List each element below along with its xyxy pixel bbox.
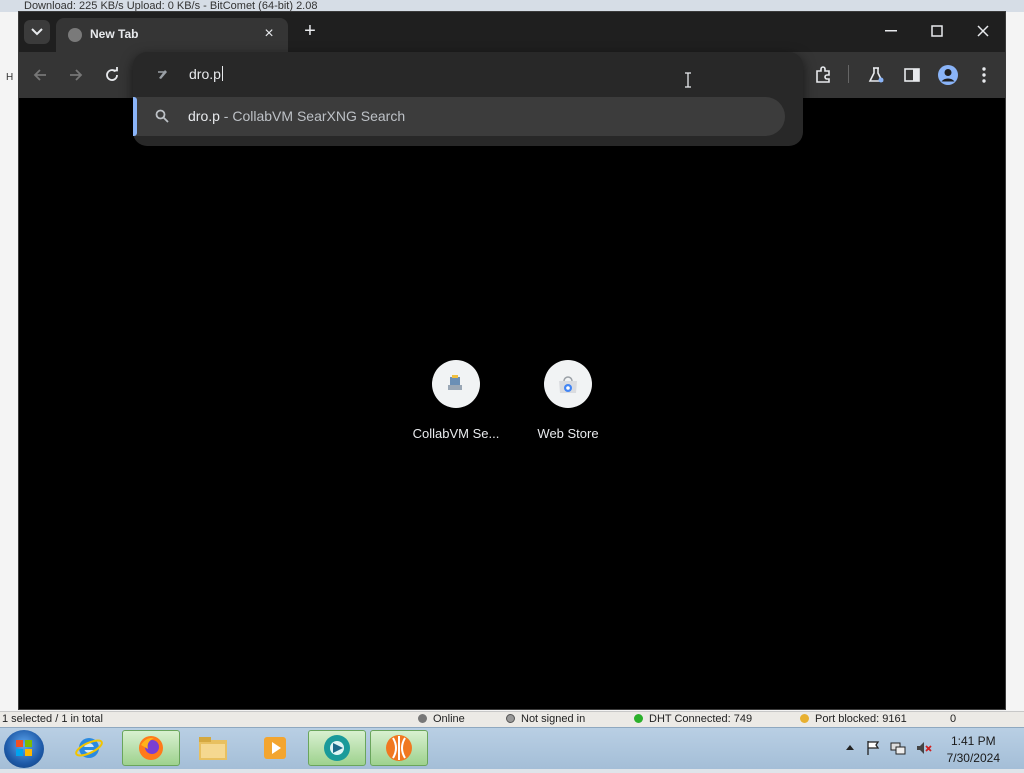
taskbar-bitcomet[interactable] bbox=[370, 730, 428, 766]
taskbar-internet-explorer[interactable] bbox=[60, 730, 118, 766]
suggestion-query: dro.p bbox=[188, 108, 220, 124]
web-store-icon bbox=[559, 376, 577, 393]
searxng-favicon-icon bbox=[158, 70, 167, 79]
address-bar-input[interactable]: dro.p bbox=[189, 66, 223, 82]
flask-icon bbox=[868, 67, 884, 83]
omnibox-dropdown: dro.p dro.p - CollabVM SearXNG Search bbox=[133, 52, 803, 146]
globe-icon bbox=[68, 28, 82, 42]
shortcut-icon-circle bbox=[544, 360, 592, 408]
reload-icon bbox=[106, 67, 118, 81]
edge-fragment: H bbox=[6, 72, 14, 83]
labs-button[interactable] bbox=[864, 63, 888, 87]
close-window-button[interactable] bbox=[968, 18, 998, 44]
online-status: Online bbox=[418, 713, 465, 725]
back-button[interactable] bbox=[28, 63, 52, 87]
suggestion-text: dro.p - CollabVM SearXNG Search bbox=[188, 108, 405, 124]
browser-app-icon bbox=[324, 735, 350, 761]
text-cursor-icon bbox=[685, 72, 691, 88]
background-statusbar: 1 selected / 1 in total Online Not signe… bbox=[0, 711, 1024, 728]
maximize-button[interactable] bbox=[922, 18, 952, 44]
folder-icon bbox=[199, 737, 227, 760]
tab-new-tab[interactable]: New Tab × bbox=[56, 18, 288, 52]
suggestion-selected-indicator bbox=[133, 97, 137, 136]
more-vert-icon bbox=[982, 67, 986, 83]
taskbar-chrome-like-app[interactable] bbox=[308, 730, 366, 766]
page-info-icon[interactable] bbox=[155, 66, 171, 82]
chevron-down-icon bbox=[31, 28, 43, 36]
avatar-icon bbox=[938, 65, 958, 85]
omnibox-suggestion[interactable]: dro.p - CollabVM SearXNG Search bbox=[133, 97, 785, 136]
tab-search-button[interactable] bbox=[24, 20, 50, 44]
close-icon bbox=[977, 25, 989, 37]
clock[interactable]: 1:41 PM 7/30/2024 bbox=[947, 734, 1000, 765]
shortcut-web-store[interactable]: Web Store bbox=[518, 360, 618, 441]
shortcut-label: CollabVM Se... bbox=[412, 426, 500, 441]
text-caret bbox=[221, 66, 223, 81]
start-button[interactable] bbox=[4, 730, 44, 768]
toolbar-separator bbox=[848, 65, 849, 83]
forward-button[interactable] bbox=[64, 63, 88, 87]
tab-strip: New Tab × + bbox=[19, 12, 1005, 52]
volume-muted-icon[interactable] bbox=[916, 740, 932, 756]
shortcut-label: Web Store bbox=[537, 426, 599, 441]
show-hidden-icons-icon[interactable] bbox=[846, 744, 854, 750]
signin-status: Not signed in bbox=[506, 713, 585, 725]
minimize-icon bbox=[885, 30, 897, 32]
shortcut-collabvm[interactable]: CollabVM Se... bbox=[406, 360, 506, 441]
taskbar-firefox[interactable] bbox=[122, 730, 180, 766]
profile-button[interactable] bbox=[936, 63, 960, 87]
dht-connected-icon bbox=[634, 714, 643, 723]
windows-logo-icon bbox=[16, 740, 32, 756]
action-center-flag-icon[interactable] bbox=[866, 740, 880, 756]
extra-status: 0 bbox=[950, 713, 957, 725]
address-bar-value: dro.p bbox=[189, 66, 221, 82]
puzzle-icon bbox=[816, 66, 830, 83]
internet-explorer-icon bbox=[75, 738, 103, 758]
side-panel-button[interactable] bbox=[900, 63, 924, 87]
user-icon bbox=[506, 714, 515, 723]
search-icon bbox=[155, 109, 169, 123]
shortcut-icon-circle bbox=[432, 360, 480, 408]
port-warning-icon bbox=[800, 714, 809, 723]
clock-time: 1:41 PM bbox=[950, 734, 996, 748]
back-arrow-icon bbox=[33, 69, 46, 81]
taskbar-file-explorer[interactable] bbox=[184, 730, 242, 766]
maximize-icon bbox=[931, 25, 943, 37]
online-icon bbox=[418, 714, 427, 723]
extensions-button[interactable] bbox=[811, 63, 835, 87]
tab-title: New Tab bbox=[90, 27, 139, 41]
taskbar-media-player[interactable] bbox=[246, 730, 304, 766]
forward-arrow-icon bbox=[70, 69, 83, 81]
dht-status: DHT Connected: 749 bbox=[634, 713, 752, 725]
minimize-button[interactable] bbox=[876, 18, 906, 44]
browser-window: New Tab × + dro.p dro.p - CollabVM SearX… bbox=[18, 11, 1006, 710]
reload-button[interactable] bbox=[100, 63, 124, 87]
port-status: Port blocked: 9161 bbox=[800, 713, 907, 725]
suggestion-description: - CollabVM SearXNG Search bbox=[219, 108, 406, 124]
network-icon[interactable] bbox=[890, 740, 906, 756]
collabvm-icon bbox=[448, 375, 462, 390]
tab-close-button[interactable]: × bbox=[260, 25, 278, 43]
menu-button[interactable] bbox=[972, 63, 996, 87]
bitcomet-icon bbox=[386, 735, 412, 761]
windows-taskbar: 1:41 PM 7/30/2024 bbox=[0, 727, 1024, 769]
media-player-icon bbox=[264, 737, 286, 759]
new-tab-button[interactable]: + bbox=[298, 20, 322, 44]
system-tray: 1:41 PM 7/30/2024 bbox=[840, 728, 1024, 769]
clock-date: 7/30/2024 bbox=[946, 751, 1000, 765]
side-panel-icon bbox=[904, 68, 920, 82]
selection-status: 1 selected / 1 in total bbox=[2, 713, 103, 725]
firefox-icon bbox=[139, 736, 163, 760]
